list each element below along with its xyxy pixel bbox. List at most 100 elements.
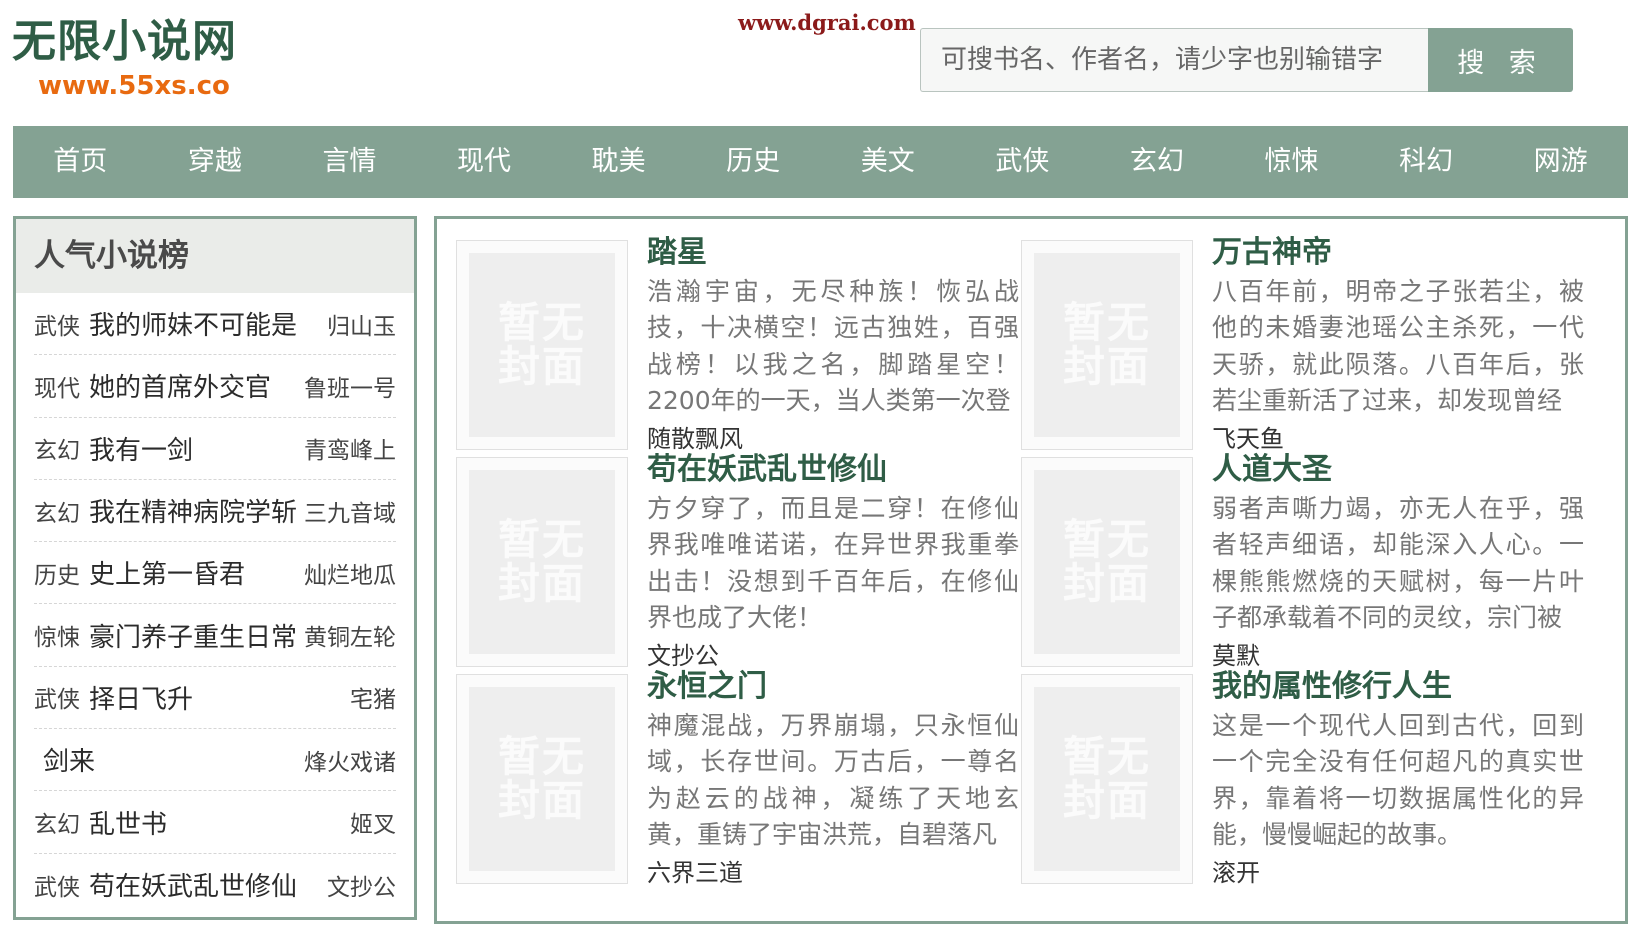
watermark: www.dgrai.com <box>738 10 916 35</box>
ranking-row: 玄幻 我在精神病院学斩 三九音域 <box>34 480 396 543</box>
book-card: 暂无封面 踏星 浩瀚宇宙，无尽种族！恢弘战技，十决横空！远古独姓，百强战榜！以我… <box>437 219 1019 453</box>
ranking-book-name[interactable]: 乱世书 <box>89 804 350 841</box>
ranking-book-name[interactable]: 择日飞升 <box>89 679 350 716</box>
book-title[interactable]: 苟在妖武乱世修仙 <box>647 450 1019 490</box>
nav-item-kehuan[interactable]: 科幻 <box>1359 126 1494 198</box>
ranking-row: 武侠 苟在妖武乱世修仙 文抄公 <box>34 854 396 916</box>
nav-item-home[interactable]: 首页 <box>13 126 148 198</box>
ranking-category[interactable]: 惊悚 <box>34 618 80 652</box>
ranking-row: 武侠 我的师妹不可能是 归山玉 <box>34 293 396 356</box>
cover-placeholder: 暂无封面 <box>1034 470 1180 654</box>
main-nav: 首页 穿越 言情 现代 耽美 历史 美文 武侠 玄幻 惊悚 科幻 网游 <box>13 126 1628 198</box>
ranking-author[interactable]: 灿烂地瓜 <box>304 556 396 590</box>
ranking-list: 武侠 我的师妹不可能是 归山玉 现代 她的首席外交官 鲁班一号 玄幻 我有一剑 … <box>16 293 414 916</box>
book-card: 暂无封面 万古神帝 八百年前，明帝之子张若尘，被他的未婚妻池瑶公主杀死，一代天骄… <box>1002 219 1584 453</box>
ranking-category[interactable]: 历史 <box>34 556 80 590</box>
ranking-author[interactable]: 归山玉 <box>327 307 396 341</box>
search-input[interactable] <box>920 28 1432 92</box>
ranking-author[interactable]: 文抄公 <box>327 868 396 902</box>
ranking-author[interactable]: 烽火戏诸 <box>304 743 396 777</box>
ranking-row: 惊悚 豪门养子重生日常 黄铜左轮 <box>34 604 396 667</box>
book-cover[interactable]: 暂无封面 <box>1021 674 1193 884</box>
ranking-author[interactable]: 青鸾峰上 <box>304 431 396 465</box>
book-cover[interactable]: 暂无封面 <box>456 674 628 884</box>
book-description: 神魔混战，万界崩塌，只永恒仙域，长存世间。万古后，一尊名为赵云的战神，凝练了天地… <box>647 711 1019 850</box>
ranking-category[interactable]: 玄幻 <box>34 431 80 465</box>
ranking-row: 剑来 烽火戏诸 <box>34 729 396 792</box>
nav-item-xiandai[interactable]: 现代 <box>417 126 552 198</box>
ranking-row: 玄幻 乱世书 姬叉 <box>34 791 396 854</box>
book-info: 万古神帝 八百年前，明帝之子张若尘，被他的未婚妻池瑶公主杀死，一代天骄，就此陨落… <box>1212 233 1584 457</box>
ranking-author[interactable]: 黄铜左轮 <box>304 618 396 652</box>
book-card: 暂无封面 人道大圣 弱者声嘶力竭，亦无人在乎，强者轻声细语，却能深入人心。一棵熊… <box>1002 436 1584 670</box>
ranking-category[interactable]: 武侠 <box>34 307 80 341</box>
book-description: 弱者声嘶力竭，亦无人在乎，强者轻声细语，却能深入人心。一棵熊熊燃烧的天赋树，每一… <box>1212 494 1584 633</box>
site-logo-url[interactable]: www.55xs.co <box>38 70 230 102</box>
nav-item-yanqing[interactable]: 言情 <box>282 126 417 198</box>
ranking-book-name[interactable]: 她的首席外交官 <box>89 367 304 404</box>
nav-item-jingsong[interactable]: 惊悚 <box>1224 126 1359 198</box>
cover-placeholder: 暂无封面 <box>1034 687 1180 871</box>
nav-item-xuanhuan[interactable]: 玄幻 <box>1090 126 1225 198</box>
book-info: 人道大圣 弱者声嘶力竭，亦无人在乎，强者轻声细语，却能深入人心。一棵熊熊燃烧的天… <box>1212 450 1584 674</box>
ranking-book-name[interactable]: 豪门养子重生日常 <box>89 617 304 654</box>
book-title[interactable]: 万古神帝 <box>1212 233 1584 273</box>
ranking-author[interactable]: 姬叉 <box>350 805 396 839</box>
ranking-row: 历史 史上第一昏君 灿烂地瓜 <box>34 542 396 605</box>
nav-item-meiwen[interactable]: 美文 <box>820 126 955 198</box>
nav-item-wuxia[interactable]: 武侠 <box>955 126 1090 198</box>
book-author[interactable]: 六界三道 <box>647 855 1019 891</box>
book-title[interactable]: 人道大圣 <box>1212 450 1584 490</box>
book-cover[interactable]: 暂无封面 <box>456 240 628 450</box>
ranking-category[interactable]: 现代 <box>34 369 80 403</box>
featured-books-panel: 暂无封面 踏星 浩瀚宇宙，无尽种族！恢弘战技，十决横空！远古独姓，百强战榜！以我… <box>434 216 1628 924</box>
ranking-author[interactable]: 宅猪 <box>350 680 396 714</box>
book-cover[interactable]: 暂无封面 <box>456 457 628 667</box>
book-title[interactable]: 踏星 <box>647 233 1019 273</box>
nav-item-wangyou[interactable]: 网游 <box>1493 126 1628 198</box>
ranking-category[interactable]: 玄幻 <box>34 494 80 528</box>
ranking-row: 玄幻 我有一剑 青鸾峰上 <box>34 418 396 480</box>
book-cover[interactable]: 暂无封面 <box>1021 240 1193 450</box>
book-card: 暂无封面 永恒之门 神魔混战，万界崩塌，只永恒仙域，长存世间。万古后，一尊名为赵… <box>437 653 1019 887</box>
ranking-author[interactable]: 鲁班一号 <box>304 369 396 403</box>
ranking-book-name[interactable]: 苟在妖武乱世修仙 <box>89 866 327 903</box>
ranking-category[interactable]: 武侠 <box>34 680 80 714</box>
book-description: 浩瀚宇宙，无尽种族！恢弘战技，十决横空！远古独姓，百强战榜！以我之名，脚踏星空！… <box>647 277 1019 416</box>
cover-placeholder: 暂无封面 <box>469 687 615 871</box>
book-title[interactable]: 永恒之门 <box>647 667 1019 707</box>
nav-item-lishi[interactable]: 历史 <box>686 126 821 198</box>
site-logo-title[interactable]: 无限小说网 <box>12 14 237 70</box>
search-button[interactable]: 搜 索 <box>1428 28 1573 92</box>
cover-placeholder-text: 暂无封面 <box>1062 515 1151 608</box>
cover-placeholder-text: 暂无封面 <box>1062 298 1151 391</box>
nav-item-chuanyue[interactable]: 穿越 <box>148 126 283 198</box>
ranking-category[interactable]: 武侠 <box>34 868 80 902</box>
ranking-row: 武侠 择日飞升 宅猪 <box>34 667 396 730</box>
book-description: 方夕穿了，而且是二穿！在修仙界我唯唯诺诺，在异世界我重拳出击！没想到千百年后，在… <box>647 494 1019 633</box>
ranking-row: 现代 她的首席外交官 鲁班一号 <box>34 355 396 418</box>
popular-ranking-panel: 人气小说榜 武侠 我的师妹不可能是 归山玉 现代 她的首席外交官 鲁班一号 玄幻… <box>13 216 417 920</box>
ranking-book-name[interactable]: 我的师妹不可能是 <box>89 305 327 342</box>
book-title[interactable]: 我的属性修行人生 <box>1212 667 1584 707</box>
cover-placeholder-text: 暂无封面 <box>497 732 586 825</box>
book-card: 暂无封面 我的属性修行人生 这是一个现代人回到古代，回到一个完全没有任何超凡的真… <box>1002 653 1584 887</box>
cover-placeholder-text: 暂无封面 <box>497 515 586 608</box>
book-info: 苟在妖武乱世修仙 方夕穿了，而且是二穿！在修仙界我唯唯诺诺，在异世界我重拳出击！… <box>647 450 1019 674</box>
ranking-book-name[interactable]: 我有一剑 <box>89 430 304 467</box>
cover-placeholder: 暂无封面 <box>1034 253 1180 437</box>
book-card: 暂无封面 苟在妖武乱世修仙 方夕穿了，而且是二穿！在修仙界我唯唯诺诺，在异世界我… <box>437 436 1019 670</box>
ranking-book-name[interactable]: 剑来 <box>43 741 304 778</box>
cover-placeholder-text: 暂无封面 <box>1062 732 1151 825</box>
book-cover[interactable]: 暂无封面 <box>1021 457 1193 667</box>
ranking-author[interactable]: 三九音域 <box>304 494 396 528</box>
nav-item-danmei[interactable]: 耽美 <box>551 126 686 198</box>
book-author[interactable]: 滚开 <box>1212 855 1584 891</box>
ranking-category[interactable]: 玄幻 <box>34 805 80 839</box>
book-description: 这是一个现代人回到古代，回到一个完全没有任何超凡的真实世界，靠着将一切数据属性化… <box>1212 711 1584 850</box>
ranking-title: 人气小说榜 <box>16 219 414 293</box>
ranking-book-name[interactable]: 史上第一昏君 <box>89 554 304 591</box>
ranking-book-name[interactable]: 我在精神病院学斩 <box>89 492 304 529</box>
book-info: 我的属性修行人生 这是一个现代人回到古代，回到一个完全没有任何超凡的真实世界，靠… <box>1212 667 1584 891</box>
cover-placeholder: 暂无封面 <box>469 253 615 437</box>
